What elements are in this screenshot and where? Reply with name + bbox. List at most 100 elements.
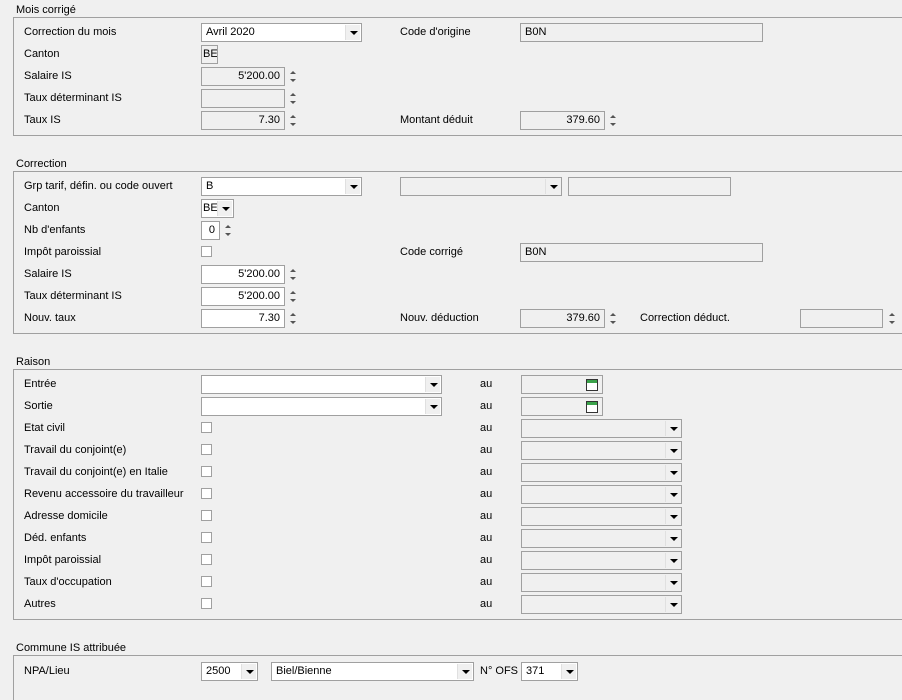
raison-row-label: Taux d'occupation — [24, 576, 112, 588]
calendar-icon[interactable] — [586, 401, 598, 413]
nb-enfants-spinner[interactable] — [222, 221, 234, 240]
date-field[interactable] — [521, 397, 603, 416]
raison-date-select[interactable] — [521, 595, 682, 614]
raison-checkbox[interactable] — [201, 576, 212, 587]
calendar-icon[interactable] — [586, 379, 598, 391]
chevron-down-icon[interactable] — [425, 399, 440, 414]
ofs-select[interactable]: 371 — [521, 662, 578, 681]
chevron-down-icon[interactable] — [665, 421, 680, 436]
raison-date-select[interactable] — [521, 419, 682, 438]
correction-deduct-spinner[interactable] — [886, 309, 898, 328]
section-title-commune: Commune IS attribuée — [16, 642, 127, 654]
chevron-down-icon[interactable] — [345, 25, 360, 40]
canton-field: BE — [201, 45, 218, 64]
au-label: au — [480, 444, 493, 456]
salaire-is-field: 5'200.00 — [201, 67, 285, 86]
chevron-down-icon[interactable] — [217, 201, 232, 216]
date-field[interactable] — [521, 375, 603, 394]
npa-select[interactable]: 2500 — [201, 662, 258, 681]
au-label: au — [480, 400, 493, 412]
raison-date-select[interactable] — [521, 463, 682, 482]
chevron-down-icon[interactable] — [545, 179, 560, 194]
raison-checkbox[interactable] — [201, 554, 212, 565]
correction-du-mois-value: Avril 2020 — [206, 26, 255, 38]
salaire-is-spinner[interactable] — [287, 67, 299, 86]
raison-row-label: Etat civil — [24, 422, 65, 434]
impot-paroissial-label: Impôt paroissial — [24, 246, 102, 258]
raison-date-select[interactable] — [521, 507, 682, 526]
raison-checkbox[interactable] — [201, 422, 212, 433]
chevron-down-icon[interactable] — [665, 509, 680, 524]
salaire-is-label: Salaire IS — [24, 70, 72, 82]
taux-determinant-spinner[interactable] — [287, 287, 299, 306]
raison-row-label: Impôt paroissial — [24, 554, 102, 566]
taux-determinant-label: Taux déterminant IS — [24, 92, 122, 104]
chevron-down-icon[interactable] — [665, 531, 680, 546]
section-title-raison: Raison — [16, 356, 51, 368]
raison-checkbox[interactable] — [201, 598, 212, 609]
raison-checkbox[interactable] — [201, 466, 212, 477]
canton-value: BE — [203, 202, 218, 214]
code-origine-label: Code d'origine — [400, 26, 471, 38]
ofs-label: N° OFS — [480, 665, 519, 677]
chevron-down-icon[interactable] — [665, 487, 680, 502]
chevron-down-icon[interactable] — [665, 553, 680, 568]
salaire-is-spinner[interactable] — [287, 265, 299, 284]
au-label: au — [480, 510, 493, 522]
raison-date-select[interactable] — [521, 441, 682, 460]
nb-enfants-input[interactable]: 0 — [201, 221, 220, 240]
raison-row-label: Revenu accessoire du travailleur — [24, 488, 184, 500]
montant-deduit-label: Montant déduit — [400, 114, 473, 126]
raison-reason-select[interactable] — [201, 397, 442, 416]
raison-reason-select[interactable] — [201, 375, 442, 394]
nouv-deduction-spinner[interactable] — [607, 309, 619, 328]
chevron-down-icon[interactable] — [665, 575, 680, 590]
chevron-down-icon[interactable] — [241, 664, 256, 679]
au-label: au — [480, 466, 493, 478]
au-label: au — [480, 422, 493, 434]
salaire-is-input[interactable]: 5'200.00 — [201, 265, 285, 284]
chevron-down-icon[interactable] — [561, 664, 576, 679]
chevron-down-icon[interactable] — [345, 179, 360, 194]
au-label: au — [480, 554, 493, 566]
canton-select[interactable]: BE — [201, 199, 234, 218]
taux-is-label: Taux IS — [24, 114, 61, 126]
chevron-down-icon[interactable] — [457, 664, 472, 679]
raison-checkbox[interactable] — [201, 444, 212, 455]
raison-row-label: Travail du conjoint(e) en Italie — [24, 466, 168, 478]
canton-label: Canton — [24, 48, 60, 60]
raison-checkbox[interactable] — [201, 488, 212, 499]
nouv-taux-input[interactable]: 7.30 — [201, 309, 285, 328]
taux-determinant-input[interactable]: 5'200.00 — [201, 287, 285, 306]
montant-deduit-spinner[interactable] — [607, 111, 619, 130]
lieu-select[interactable]: Biel/Bienne — [271, 662, 474, 681]
raison-date-select[interactable] — [521, 573, 682, 592]
impot-paroissial-checkbox[interactable] — [201, 246, 212, 257]
section-title-mois-corrige: Mois corrigé — [16, 4, 76, 16]
taux-determinant-spinner[interactable] — [287, 89, 299, 108]
grp-tarif-extra-select[interactable] — [400, 177, 562, 196]
nouv-taux-spinner[interactable] — [287, 309, 299, 328]
raison-checkbox[interactable] — [201, 532, 212, 543]
nouv-taux-label: Nouv. taux — [24, 312, 76, 324]
chevron-down-icon[interactable] — [425, 377, 440, 392]
grp-tarif-select[interactable]: B — [201, 177, 362, 196]
raison-date-select[interactable] — [521, 551, 682, 570]
grp-tarif-text-field — [568, 177, 731, 196]
raison-checkbox[interactable] — [201, 510, 212, 521]
nouv-deduction-label: Nouv. déduction — [400, 312, 479, 324]
lieu-value: Biel/Bienne — [276, 665, 332, 677]
chevron-down-icon[interactable] — [665, 597, 680, 612]
raison-date-select[interactable] — [521, 485, 682, 504]
chevron-down-icon[interactable] — [665, 443, 680, 458]
taux-is-spinner[interactable] — [287, 111, 299, 130]
correction-du-mois-select[interactable]: Avril 2020 — [201, 23, 362, 42]
correction-deduct-label: Correction déduct. — [640, 312, 730, 324]
section-title-correction: Correction — [16, 158, 67, 170]
chevron-down-icon[interactable] — [665, 465, 680, 480]
nb-enfants-label: Nb d'enfants — [24, 224, 86, 236]
salaire-is-label: Salaire IS — [24, 268, 72, 280]
raison-date-select[interactable] — [521, 529, 682, 548]
npa-lieu-label: NPA/Lieu — [24, 665, 70, 677]
taux-is-field: 7.30 — [201, 111, 285, 130]
